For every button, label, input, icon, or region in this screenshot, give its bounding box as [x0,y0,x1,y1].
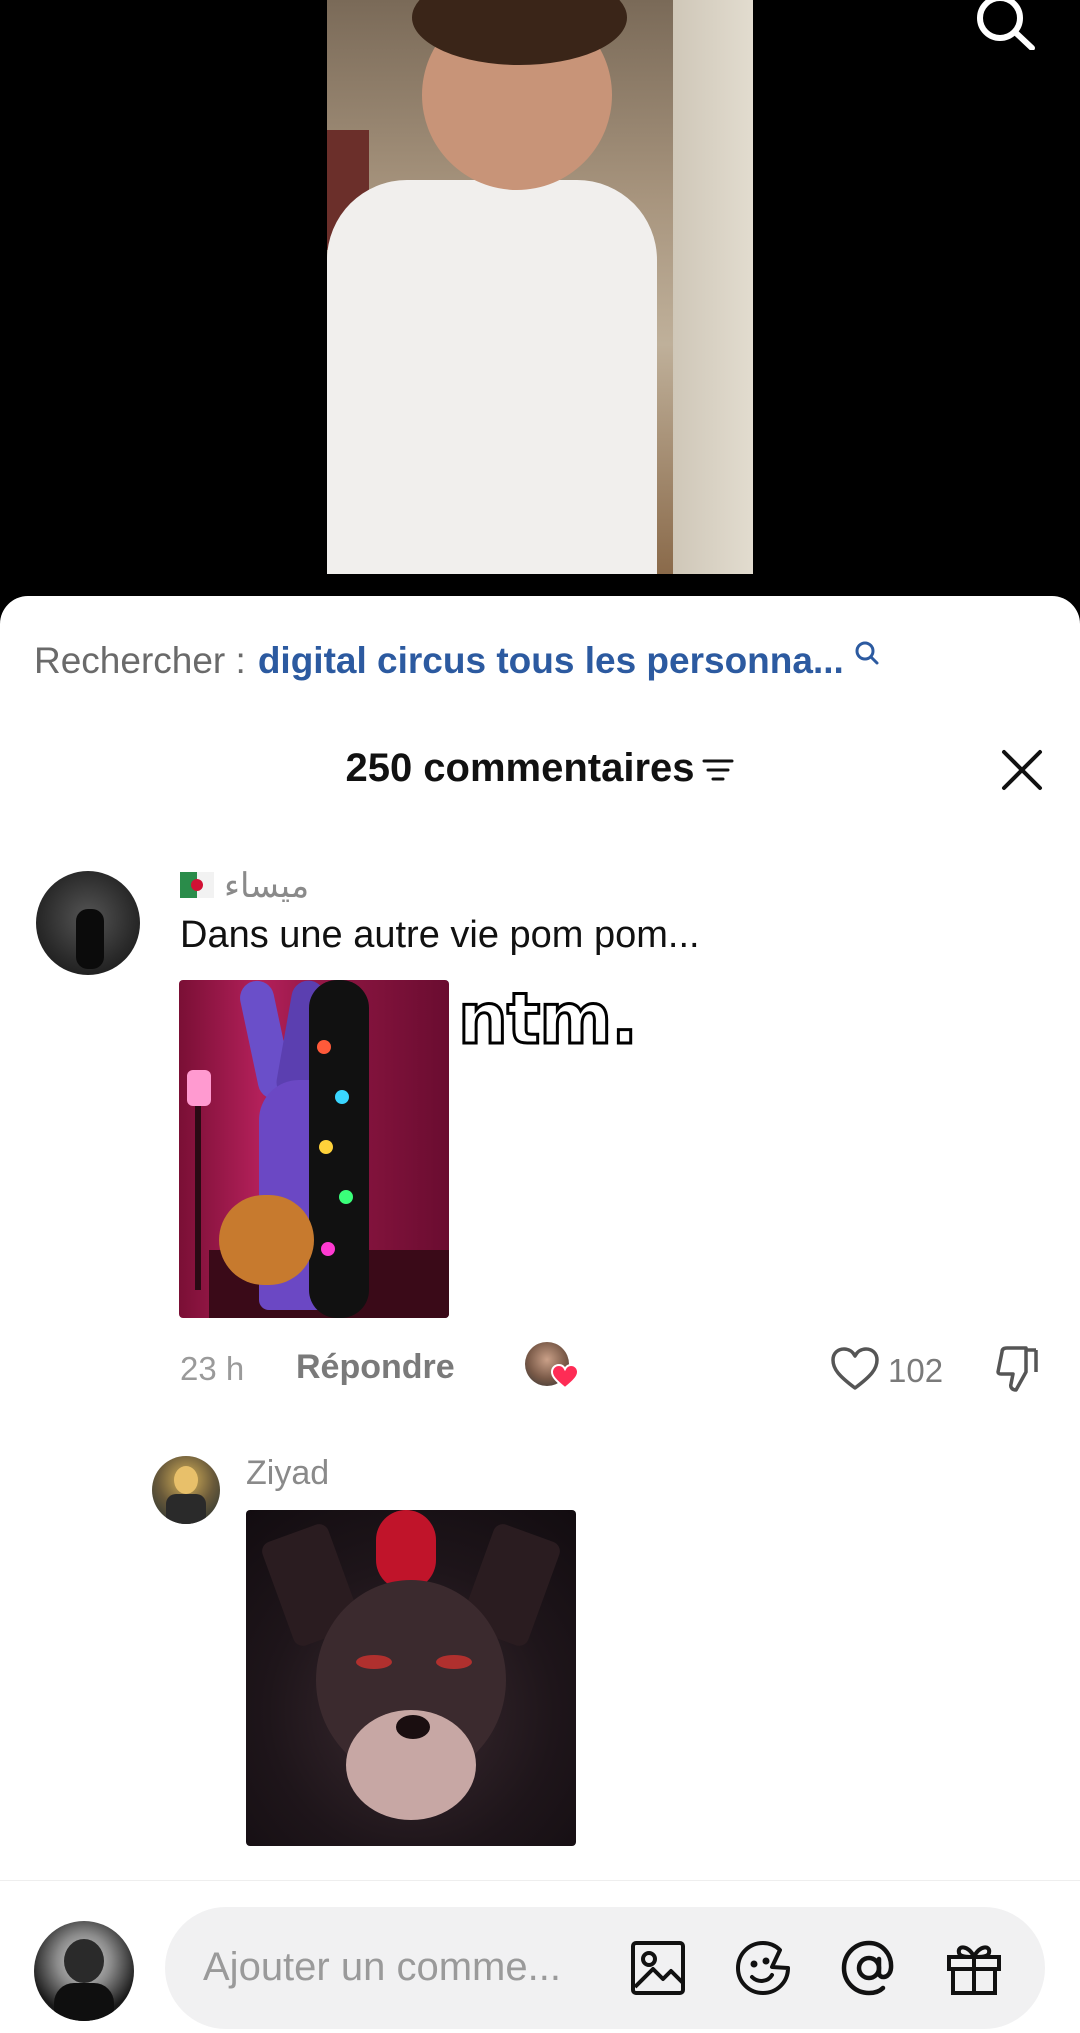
image-icon[interactable] [627,1937,689,1999]
creator-liked-badge [525,1342,581,1392]
like-count: 102 [888,1352,944,1389]
avatar[interactable] [36,871,140,975]
video-background-door [673,0,753,574]
heart-icon[interactable] [830,1346,880,1392]
comment-input-placeholder: Ajouter un comme... [203,1945,561,1989]
comment-gif[interactable] [246,1510,576,1846]
comment-author[interactable]: ميساء [224,866,309,906]
algeria-flag-icon [180,872,214,898]
comment-input[interactable]: Ajouter un comme... [165,1907,1045,2029]
search-suggestion[interactable]: Rechercher : digital circus tous les pers… [34,640,880,682]
search-prefix: Rechercher : [34,640,246,681]
mention-icon[interactable] [838,1937,900,1999]
emoji-icon[interactable] [732,1937,794,1999]
comment-text: Dans une autre vie pom pom... [180,914,700,956]
current-user-avatar[interactable] [34,1921,134,2021]
comment-gif[interactable] [179,980,449,1318]
close-icon[interactable] [1000,748,1044,792]
avatar[interactable] [152,1456,220,1524]
search-mini-icon [855,641,879,665]
search-query-link[interactable]: digital circus tous les personna... [258,640,844,681]
comment-composer: Ajouter un comme... [0,1880,1080,2033]
comments-count: 250 commentaires [345,746,695,790]
dislike-icon[interactable] [992,1344,1042,1394]
video-player[interactable] [0,0,1080,600]
heart-badge-icon [551,1364,579,1390]
reply-button[interactable]: Répondre [296,1348,455,1387]
gift-icon[interactable] [943,1937,1005,1999]
video-person [327,180,657,574]
filter-icon[interactable] [701,755,735,785]
comments-header: 250 commentaires [0,746,1080,791]
search-icon[interactable] [970,0,1040,50]
comment-time: 23 h [180,1350,245,1387]
comment-author[interactable]: Ziyad [246,1454,329,1493]
comments-sheet: Rechercher : digital circus tous les pers… [0,596,1080,2032]
video-frame [327,0,753,574]
gif-caption: ntm. [457,977,640,1062]
